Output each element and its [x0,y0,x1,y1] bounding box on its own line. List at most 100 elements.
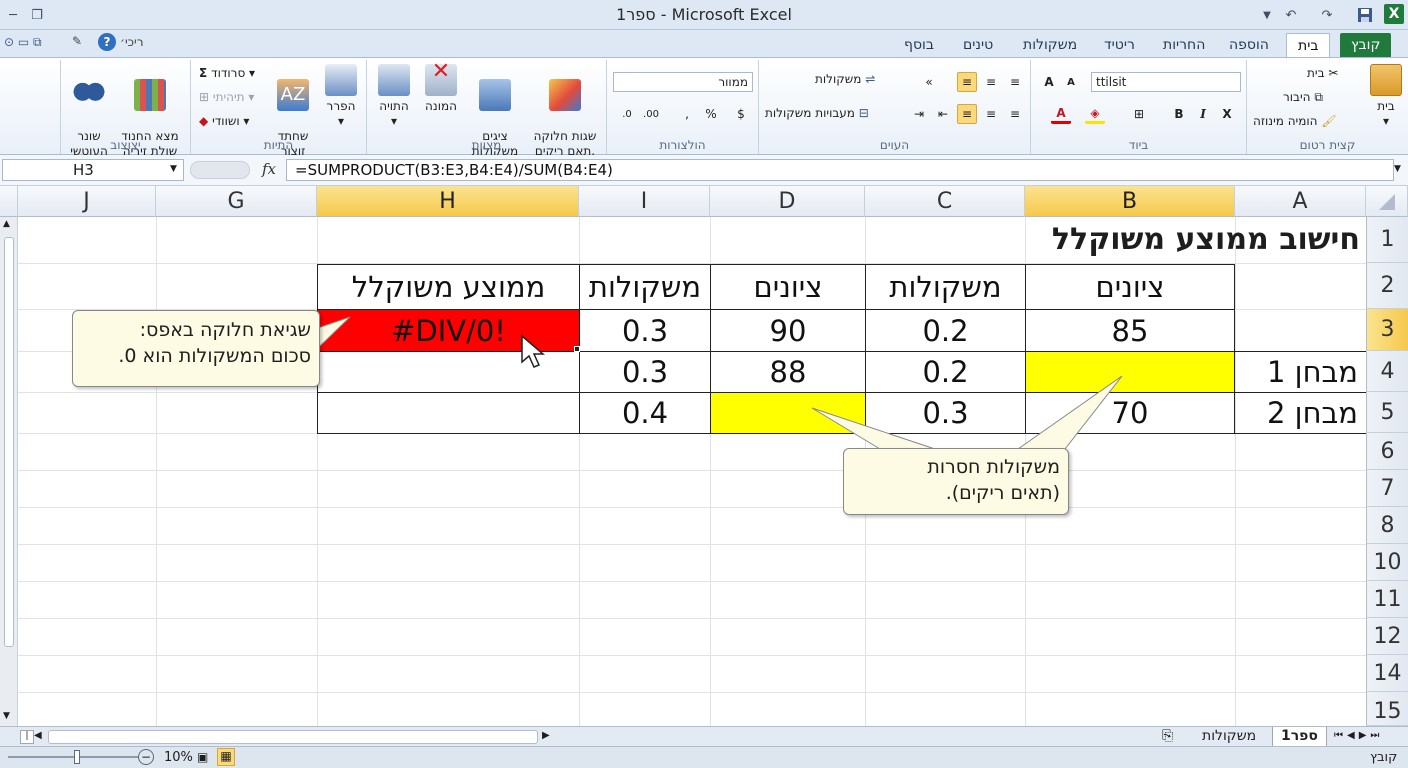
redo-icon[interactable]: ↷ [1316,4,1338,26]
missing-weights-callout: משקולות חסרות (תאים ריקים). [843,448,1069,515]
decrease-decimal-icon[interactable]: .0 [617,104,637,124]
align-right-icon[interactable]: ≡ [1005,104,1025,124]
align-bottom-icon[interactable]: ≡ [957,72,977,92]
tab-addins[interactable]: בוסף [893,33,945,58]
save-icon[interactable] [1354,4,1376,26]
sheet-tab-book1[interactable]: ספר1 [1272,727,1327,747]
tab-review[interactable]: ריטיד [1093,33,1146,58]
split-handle-icon[interactable]: | [20,730,34,744]
page-layout-icon[interactable]: ▣ [197,750,208,764]
row-header-7[interactable]: 7 [1366,470,1408,507]
align-middle-icon[interactable]: ≡ [981,72,1001,92]
percent-icon[interactable]: % [701,104,721,124]
currency-icon[interactable]: $ [731,104,751,124]
user-label[interactable]: ריכי׳ [120,35,143,49]
ribbon-collapse-icon[interactable]: ⊙ ▭ ⧉ [4,35,42,50]
tab-file[interactable]: קובץ [1340,33,1392,58]
increase-decimal-icon[interactable]: .00 [641,104,661,124]
insert-cells-button[interactable]: התויה ▾ [371,64,417,129]
row-header-2[interactable]: 2 [1366,263,1408,309]
cut-button[interactable]: בית ✂ [1307,66,1338,80]
customize-qat-icon[interactable]: ▼ [1256,4,1278,26]
zoom-slider[interactable] [8,750,138,764]
clear-button[interactable]: ◆ ושוודי ▾ [199,114,249,128]
bold-icon[interactable]: X [1217,104,1237,124]
tab-formulas[interactable]: משקולות [1012,33,1088,58]
insert-sheet-icon[interactable]: ⎘ [1162,728,1173,744]
row-header-11[interactable]: 11 [1366,581,1408,618]
row-header-6[interactable]: 6 [1366,433,1408,470]
row-header-10[interactable]: 10 [1366,544,1408,581]
grow-font-icon[interactable]: A [1039,72,1059,92]
border-icon[interactable]: ⊞ [1129,104,1149,124]
format-button[interactable]: הפרר ▾ [319,64,363,129]
hscroll-left-icon[interactable]: ◀ [34,730,42,741]
align-top-icon[interactable]: ≡ [1005,72,1025,92]
fill-button[interactable]: ⊞ תיהיתי ▾ [199,90,254,104]
pin-icon[interactable]: ✎ [72,34,82,48]
format-painter-button[interactable]: הומיה מינוזה 🖌 [1253,114,1337,128]
number-group: ממוור $ % , .00 .0 הולצורות [606,60,758,154]
horizontal-scrollbar[interactable] [48,730,538,744]
undo-icon[interactable]: ↶ [1280,4,1302,26]
name-box-dropdown-icon[interactable]: ▼ [170,164,177,174]
excel-logo-icon: X [1384,4,1404,24]
tab-data[interactable]: טינים [952,33,1004,58]
row-header-3[interactable]: 3 [1366,309,1408,351]
tab-insert[interactable]: הוספה [1218,33,1280,58]
styles-group-label: מצוות [471,138,502,152]
zoom-level[interactable]: 10% [164,750,193,765]
wrap-icon: ⇌ [865,72,876,86]
sheet-tab-weights[interactable]: משקולות [1194,727,1264,747]
window-title: ספר1 - Microsoft Excel [616,5,792,24]
zoom-out-icon[interactable]: − [138,749,154,765]
fill-color-icon[interactable]: ◈ [1085,104,1105,124]
font-group-label: ביוד [1128,138,1149,152]
bold-button-icon[interactable]: B [1169,104,1189,124]
row-header-1[interactable]: 1 [1366,217,1408,263]
row-header-4[interactable]: 4 [1366,351,1408,392]
select-all-icon[interactable] [1366,186,1408,217]
zoom-thumb[interactable] [74,750,80,764]
expand-formula-icon[interactable]: ▼ [1394,164,1401,174]
fx-icon[interactable]: fx [262,160,276,178]
font-color-icon[interactable]: A [1051,104,1071,124]
outdent-icon[interactable]: ⇥ [909,104,929,124]
sigma-icon: Σ [199,66,208,80]
worksheet-grid[interactable]: J G H I D C B A ▲ ▼ 1 2 3 4 5 6 7 8 10 1… [0,186,1408,726]
merge-icon: ⊟ [858,106,869,120]
row-header-12[interactable]: 12 [1366,618,1408,655]
number-format-combo[interactable]: ממוור [613,72,753,92]
copy-button[interactable]: היבור ⧉ [1283,90,1323,105]
cell-styles-button[interactable]: ✕ המונה [419,61,463,114]
format-icon [325,64,357,96]
row-header-8[interactable]: 8 [1366,507,1408,544]
row-header-15[interactable]: 15 [1366,692,1408,726]
styles-group: שגות חלוקה תאם ריקים. ציגים משקולות ✕ המ… [366,60,606,158]
formula-input[interactable]: =SUMPRODUCT(B3:E3,B4:E4)/SUM(B4:E4) [286,159,1394,181]
align-center-icon[interactable]: ≡ [957,104,977,124]
row-header-14[interactable]: 14 [1366,655,1408,692]
tab-home[interactable]: בית [1286,33,1331,58]
mouse-cursor-icon [521,334,546,368]
shrink-font-icon[interactable]: A [1061,72,1081,92]
paste-button[interactable]: בית ▾ [1365,64,1407,129]
wrap-text-button[interactable]: משקולות ⇌ [815,72,875,86]
alignment-group: משקולות ⇌ מעבויות משקולות ⊟ ≡ ≡ ≡ « ≡ ≡ … [758,60,1030,154]
sheet-nav-icon[interactable]: ⏮◀▶⏭ [1334,730,1383,741]
row-header-5[interactable]: 5 [1366,392,1408,433]
orientation-icon[interactable]: « [919,72,939,92]
italic-icon[interactable]: I [1193,104,1213,124]
indent-icon[interactable]: ⇤ [933,104,953,124]
align-left-icon[interactable]: ≡ [981,104,1001,124]
tab-layout[interactable]: החריות [1152,33,1216,58]
merge-button[interactable]: מעבויות משקולות ⊟ [765,106,869,120]
normal-view-icon[interactable]: ▦ [217,748,235,766]
font-name-combo[interactable]: ttilsit [1091,72,1241,92]
hscroll-right-icon[interactable]: ▶ [542,730,550,741]
name-box[interactable]: H3 [2,159,184,181]
autosum-button[interactable]: Σ סרודוד ▾ [199,66,255,80]
help-icon[interactable]: ? [98,33,116,51]
copy-icon: ⧉ [1314,90,1323,104]
comma-icon[interactable]: , [677,104,697,124]
